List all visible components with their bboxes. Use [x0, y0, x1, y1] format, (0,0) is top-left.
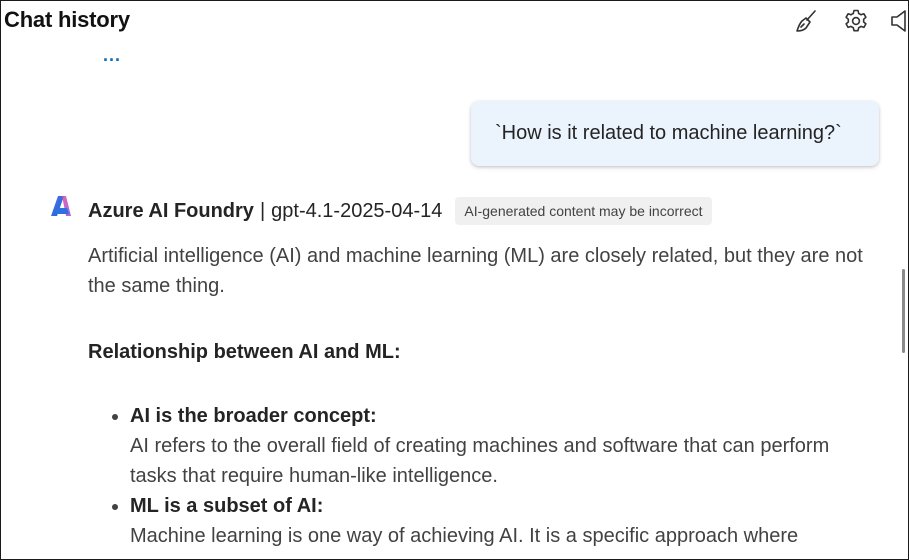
list-item: AI is the broader concept: AI refers to …	[130, 401, 878, 491]
assistant-message-body: Artificial intelligence (AI) and machine…	[88, 241, 878, 551]
user-message-bubble: `How is it related to machine learning?`	[471, 101, 879, 166]
answer-list: AI is the broader concept: AI refers to …	[88, 401, 878, 551]
assistant-separator: |	[259, 199, 266, 222]
assistant-message-header: Azure AI Foundry | gpt-4.1-2025-04-14 AI…	[88, 197, 712, 225]
answer-intro: Artificial intelligence (AI) and machine…	[88, 245, 863, 297]
assistant-model-name: gpt-4.1-2025-04-14	[271, 199, 443, 222]
panel-title: Chat history	[4, 7, 130, 32]
ai-disclaimer-badge: AI-generated content may be incorrect	[455, 197, 712, 225]
scrollbar-thumb[interactable]	[902, 269, 905, 353]
broom-icon[interactable]	[793, 7, 821, 35]
panel-header: Chat history	[1, 1, 908, 41]
speaker-icon[interactable]	[886, 7, 908, 35]
answer-section-heading: Relationship between AI and ML:	[88, 341, 401, 363]
list-item: ML is a subset of AI: Machine learning i…	[130, 491, 878, 551]
user-message-text: `How is it related to machine learning?`	[495, 122, 842, 144]
chat-history-panel: Chat history ... `How is it related to m…	[0, 0, 909, 560]
list-item-title: AI is the broader concept:	[130, 405, 377, 427]
list-item-text: Machine learning is one way of achieving…	[130, 525, 799, 547]
list-item-title: ML is a subset of AI:	[130, 495, 324, 517]
azure-ai-foundry-logo-icon	[51, 196, 71, 216]
gear-icon[interactable]	[842, 7, 870, 35]
assistant-name: Azure AI Foundry	[88, 199, 254, 222]
list-item-text: AI refers to the overall field of creati…	[130, 435, 830, 487]
loading-ellipsis: ...	[103, 45, 122, 65]
